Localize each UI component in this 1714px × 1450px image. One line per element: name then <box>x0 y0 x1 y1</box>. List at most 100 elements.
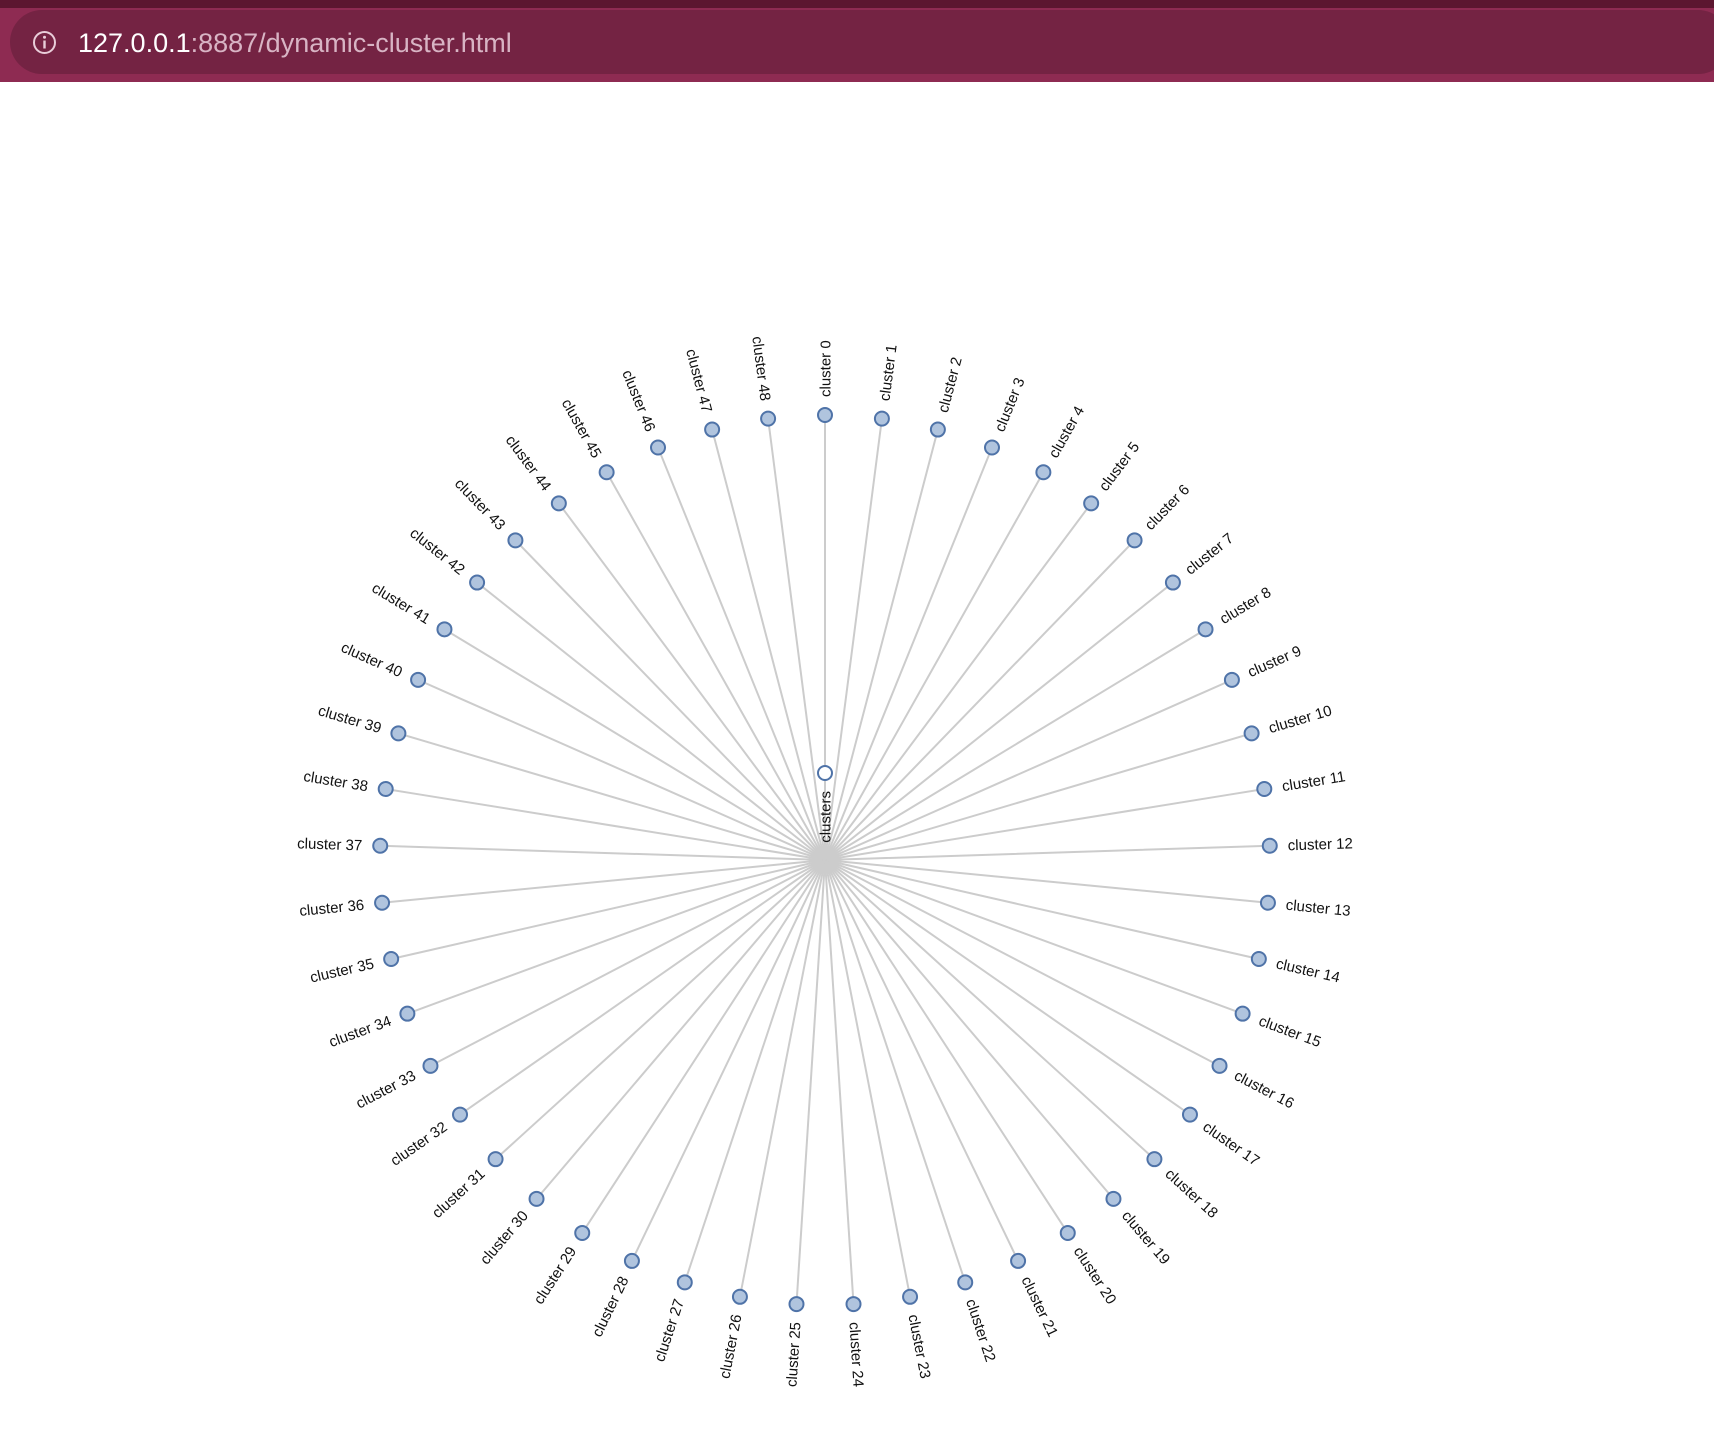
leaf-node[interactable]: cluster 13 <box>1259 894 1351 920</box>
leaf-node[interactable]: cluster 43 <box>451 475 524 549</box>
leaf-node[interactable]: cluster 23 <box>902 1288 934 1380</box>
leaf-node-circle[interactable] <box>550 495 567 512</box>
leaf-node[interactable]: cluster 40 <box>338 639 427 688</box>
leaf-node[interactable]: cluster 10 <box>1243 702 1334 742</box>
leaf-node-circle[interactable] <box>1126 532 1143 549</box>
leaf-node[interactable]: cluster 5 <box>1083 439 1143 512</box>
leaf-node-circle[interactable] <box>487 1151 504 1168</box>
address-bar[interactable]: 127.0.0.1:8887/dynamic-cluster.html <box>10 10 1714 74</box>
leaf-node-circle[interactable] <box>676 1274 693 1291</box>
leaf-node-circle[interactable] <box>422 1057 439 1074</box>
url-text[interactable]: 127.0.0.1:8887/dynamic-cluster.html <box>78 27 512 59</box>
leaf-node-circle[interactable] <box>383 951 400 968</box>
leaf-node[interactable]: cluster 24 <box>845 1296 867 1388</box>
leaf-node-circle[interactable] <box>1197 621 1214 638</box>
leaf-node[interactable]: cluster 42 <box>406 525 486 591</box>
leaf-node-circle[interactable] <box>1010 1252 1027 1269</box>
leaf-node[interactable]: cluster 31 <box>429 1151 504 1222</box>
leaf-node-circle[interactable] <box>902 1288 919 1305</box>
leaf-node-circle[interactable] <box>1234 1005 1251 1022</box>
leaf-node[interactable]: cluster 36 <box>299 894 391 920</box>
leaf-node[interactable]: cluster 46 <box>618 368 667 456</box>
leaf-node-circle[interactable] <box>983 439 1000 456</box>
leaf-node[interactable]: cluster 45 <box>558 396 615 481</box>
leaf-node[interactable]: cluster 12 <box>1261 835 1353 854</box>
leaf-node[interactable]: cluster 6 <box>1126 481 1194 549</box>
leaf-node-circle[interactable] <box>374 894 391 911</box>
leaf-node[interactable]: cluster 4 <box>1035 403 1088 481</box>
leaf-node[interactable]: cluster 30 <box>477 1190 545 1268</box>
leaf-node-circle[interactable] <box>1105 1190 1122 1207</box>
leaf-node-circle[interactable] <box>377 780 394 797</box>
leaf-node[interactable]: cluster 14 <box>1250 951 1342 987</box>
leaf-node[interactable]: cluster 18 <box>1146 1151 1221 1222</box>
leaf-node[interactable]: cluster 34 <box>327 1005 416 1051</box>
leaf-node-circle[interactable] <box>1181 1106 1198 1123</box>
leaf-node-circle[interactable] <box>436 621 453 638</box>
leaf-node-circle[interactable] <box>1211 1057 1228 1074</box>
leaf-node[interactable]: cluster 44 <box>502 432 567 512</box>
leaf-node[interactable]: cluster 11 <box>1256 768 1347 797</box>
leaf-node[interactable]: cluster 2 <box>929 355 966 438</box>
leaf-node[interactable]: cluster 35 <box>308 951 400 987</box>
leaf-node-circle[interactable] <box>929 421 946 438</box>
info-circle-icon[interactable] <box>32 30 57 55</box>
leaf-node-circle[interactable] <box>528 1190 545 1207</box>
leaf-node-circle[interactable] <box>1035 464 1052 481</box>
leaf-node[interactable]: cluster 27 <box>651 1274 693 1364</box>
leaf-node-circle[interactable] <box>452 1106 469 1123</box>
leaf-node-circle[interactable] <box>1083 495 1100 512</box>
leaf-node-circle[interactable] <box>1261 837 1278 854</box>
leaf-node-circle[interactable] <box>760 410 777 427</box>
leaf-node-circle[interactable] <box>623 1252 640 1269</box>
leaf-node-circle[interactable] <box>399 1005 416 1022</box>
leaf-node[interactable]: cluster 16 <box>1211 1057 1297 1113</box>
leaf-node[interactable]: cluster 47 <box>682 347 721 438</box>
leaf-node[interactable]: cluster 1 <box>873 344 901 427</box>
leaf-node[interactable]: cluster 7 <box>1164 530 1237 591</box>
leaf-node[interactable]: cluster 19 <box>1105 1190 1173 1268</box>
leaf-node-circle[interactable] <box>1059 1224 1076 1241</box>
leaf-node-circle[interactable] <box>1164 574 1181 591</box>
leaf-node-circle[interactable] <box>410 671 427 688</box>
leaf-node-circle[interactable] <box>574 1224 591 1241</box>
leaf-node[interactable]: cluster 15 <box>1234 1005 1324 1051</box>
leaf-node-circle[interactable] <box>704 421 721 438</box>
leaf-node[interactable]: cluster 22 <box>957 1274 999 1364</box>
leaf-node-circle[interactable] <box>1223 671 1240 688</box>
leaf-node-circle[interactable] <box>372 837 389 854</box>
leaf-node-circle[interactable] <box>598 464 615 481</box>
leaf-node[interactable]: cluster 37 <box>297 835 389 854</box>
leaf-node[interactable]: cluster 41 <box>369 580 453 638</box>
leaf-node[interactable]: cluster 48 <box>748 335 777 427</box>
leaf-node-circle[interactable] <box>1256 780 1273 797</box>
leaf-node-circle[interactable] <box>845 1296 862 1313</box>
leaf-node-circle[interactable] <box>390 725 407 742</box>
leaf-node-circle[interactable] <box>957 1274 974 1291</box>
root-node-circle[interactable] <box>817 765 833 781</box>
leaf-node-circle[interactable] <box>873 410 890 427</box>
leaf-node-circle[interactable] <box>1146 1151 1163 1168</box>
leaf-node-circle[interactable] <box>1259 894 1276 911</box>
leaf-node[interactable]: cluster 9 <box>1223 643 1304 688</box>
leaf-node[interactable]: cluster 20 <box>1059 1224 1120 1308</box>
leaf-node[interactable]: cluster 39 <box>316 702 407 742</box>
leaf-node[interactable]: cluster 21 <box>1010 1252 1061 1340</box>
leaf-node[interactable]: cluster 38 <box>302 768 394 797</box>
leaf-node[interactable]: cluster 32 <box>387 1106 469 1170</box>
leaf-node[interactable]: cluster 17 <box>1181 1106 1263 1170</box>
root-node[interactable]: clusters <box>817 765 834 843</box>
leaf-node[interactable]: cluster 8 <box>1197 584 1275 638</box>
leaf-node[interactable]: cluster 33 <box>353 1057 439 1113</box>
leaf-node-circle[interactable] <box>731 1288 748 1305</box>
leaf-node[interactable]: cluster 25 <box>783 1296 805 1388</box>
leaf-node[interactable]: cluster 3 <box>983 375 1029 456</box>
leaf-node-circle[interactable] <box>1243 725 1260 742</box>
leaf-node-circle[interactable] <box>817 407 833 423</box>
leaf-node-circle[interactable] <box>1250 951 1267 968</box>
leaf-node[interactable]: cluster 28 <box>589 1252 640 1340</box>
leaf-node[interactable]: cluster 0 <box>817 340 834 423</box>
leaf-node-circle[interactable] <box>788 1296 805 1313</box>
leaf-node-circle[interactable] <box>507 532 524 549</box>
leaf-node-circle[interactable] <box>650 439 667 456</box>
